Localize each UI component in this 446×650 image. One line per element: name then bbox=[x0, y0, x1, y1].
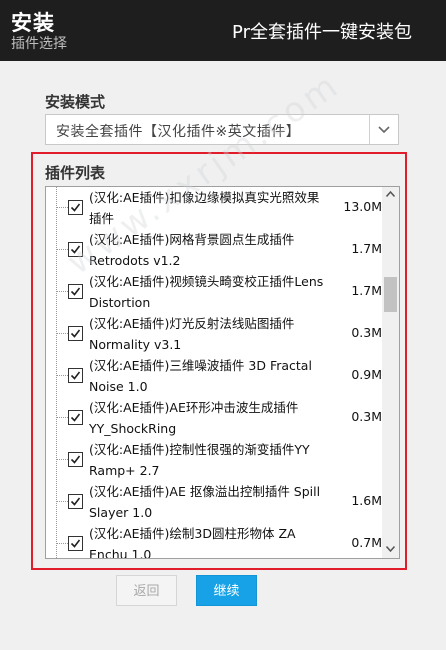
plugin-name: (汉化:AE插件)网格背景圆点生成插件Retrodots v1.2 bbox=[89, 232, 295, 268]
scrollbar-thumb[interactable] bbox=[384, 277, 397, 312]
tree-connector bbox=[56, 459, 68, 460]
tree-connector bbox=[56, 501, 68, 502]
check-icon bbox=[70, 203, 81, 212]
list-item[interactable]: (汉化:AE插件)扣像边缘模拟真实光照效果插件 13.0M bbox=[46, 187, 384, 229]
list-item[interactable]: (汉化:AE插件)控制性很强的渐变插件YY Ramp+ 2.7 bbox=[46, 439, 384, 481]
back-button[interactable]: 返回 bbox=[116, 575, 177, 606]
plugin-checkbox[interactable] bbox=[68, 536, 83, 551]
plugin-size: 1.7M bbox=[351, 241, 382, 256]
plugin-name: (汉化:AE插件)三维噪波插件 3D Fractal Noise 1.0 bbox=[89, 358, 312, 394]
plugin-size: 0.9M bbox=[351, 367, 382, 382]
plugin-name: (汉化:AE插件)AE 抠像溢出控制插件 Spill Slayer 1.0 bbox=[89, 484, 321, 520]
list-item[interactable]: (汉化:AE插件)灯光反射法线贴图插件Normality v3.1 0.3M bbox=[46, 313, 384, 355]
tree-connector bbox=[56, 543, 68, 544]
plugin-checkbox[interactable] bbox=[68, 242, 83, 257]
continue-button[interactable]: 继续 bbox=[196, 575, 257, 606]
plugin-name: (汉化:AE插件)视频镜头畸变校正插件Lens Distortion bbox=[89, 274, 324, 310]
plugin-checkbox[interactable] bbox=[68, 410, 83, 425]
plugin-name: (汉化:AE插件)灯光反射法线贴图插件Normality v3.1 bbox=[89, 316, 295, 352]
plugin-checkbox[interactable] bbox=[68, 368, 83, 383]
check-icon bbox=[70, 455, 81, 464]
list-item[interactable]: (汉化:AE插件)AE环形冲击波生成插件YY_ShockRing 0.3M bbox=[46, 397, 384, 439]
tree-connector bbox=[56, 417, 68, 418]
list-item[interactable]: (汉化:AE插件)网格背景圆点生成插件Retrodots v1.2 1.7M bbox=[46, 229, 384, 271]
chevron-down-icon bbox=[378, 126, 390, 134]
install-mode-label: 安装模式 bbox=[45, 93, 106, 111]
plugin-name: (汉化:AE插件)AE环形冲击波生成插件YY_ShockRing bbox=[89, 400, 299, 436]
plugin-size: 1.7M bbox=[351, 283, 382, 298]
scroll-up-icon[interactable] bbox=[386, 191, 395, 197]
vertical-scrollbar[interactable] bbox=[382, 187, 399, 558]
plugin-size: 0.7M bbox=[351, 535, 382, 550]
plugin-list[interactable]: (汉化:AE插件)扣像边缘模拟真实光照效果插件 13.0M (汉化:AE插件)网格背… bbox=[45, 186, 400, 559]
plugin-checkbox[interactable] bbox=[68, 494, 83, 509]
plugin-size: 0.3M bbox=[351, 409, 382, 424]
tree-connector bbox=[56, 249, 68, 250]
tree-connector bbox=[56, 375, 68, 376]
tree-connector bbox=[56, 207, 68, 208]
check-icon bbox=[70, 539, 81, 548]
title-bar: 安装 插件选择 Pr全套插件一键安装包 bbox=[0, 0, 446, 61]
dropdown-button[interactable] bbox=[369, 115, 398, 144]
list-item[interactable]: (汉化:AE插件)AE 抠像溢出控制插件 Spill Slayer 1.0 1.6… bbox=[46, 481, 384, 523]
check-icon bbox=[70, 413, 81, 422]
plugin-checkbox[interactable] bbox=[68, 200, 83, 215]
tree-connector bbox=[56, 333, 68, 334]
plugin-size: 0.3M bbox=[351, 325, 382, 340]
plugin-name: (汉化:AE插件)扣像边缘模拟真实光照效果插件 bbox=[89, 190, 320, 226]
check-icon bbox=[70, 497, 81, 506]
scroll-down-icon[interactable] bbox=[386, 546, 395, 552]
plugin-checkbox[interactable] bbox=[68, 326, 83, 341]
check-icon bbox=[70, 287, 81, 296]
plugin-size: 13.0M bbox=[343, 199, 382, 214]
window-subtitle: 插件选择 bbox=[11, 36, 67, 52]
list-item[interactable]: (汉化:AE插件)三维噪波插件 3D Fractal Noise 1.0 0.9M bbox=[46, 355, 384, 397]
check-icon bbox=[70, 329, 81, 338]
list-item[interactable]: (汉化:AE插件)视频镜头畸变校正插件Lens Distortion 1.7M bbox=[46, 271, 384, 313]
install-mode-select[interactable]: 安装全套插件【汉化插件※英文插件】 bbox=[45, 114, 399, 145]
plugin-checkbox[interactable] bbox=[68, 452, 83, 467]
install-mode-value: 安装全套插件【汉化插件※英文插件】 bbox=[56, 124, 301, 140]
plugin-name: (汉化:AE插件)控制性很强的渐变插件YY Ramp+ 2.7 bbox=[89, 442, 310, 478]
check-icon bbox=[70, 245, 81, 254]
plugin-checkbox[interactable] bbox=[68, 284, 83, 299]
tree-connector bbox=[56, 291, 68, 292]
app-title: Pr全套插件一键安装包 bbox=[232, 22, 412, 43]
list-item[interactable]: (汉化:AE插件)绘制3D圆柱形物体 ZA Enchu 1.0 0.7M bbox=[46, 523, 384, 559]
plugin-name: (汉化:AE插件)绘制3D圆柱形物体 ZA Enchu 1.0 bbox=[89, 526, 296, 559]
plugin-size: 1.6M bbox=[351, 493, 382, 508]
plugin-list-label: 插件列表 bbox=[45, 164, 106, 182]
check-icon bbox=[70, 371, 81, 380]
